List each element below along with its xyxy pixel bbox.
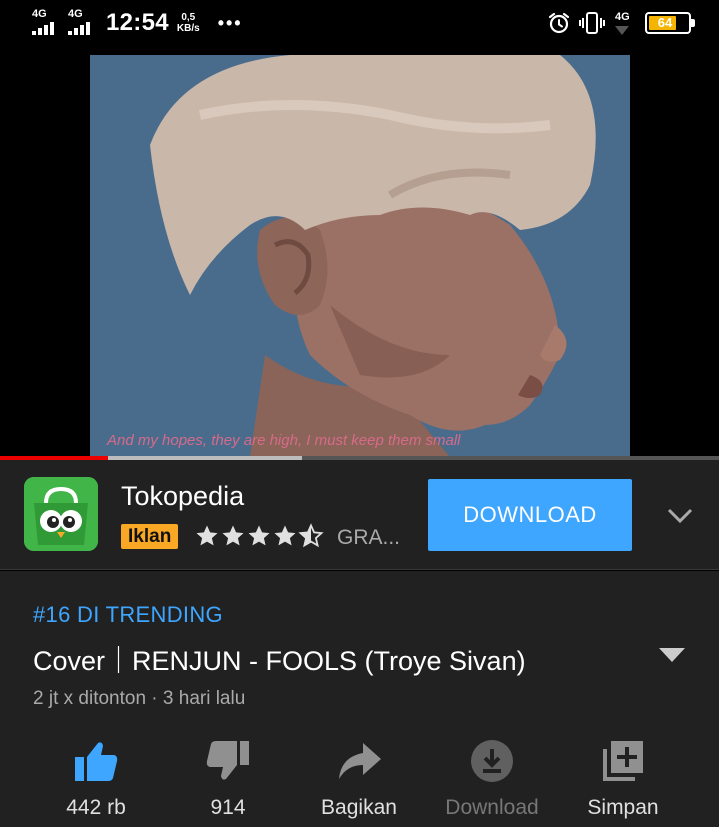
share-icon [339,743,381,779]
video-subtitle: And my hopes, they are high, I must keep… [107,432,461,449]
network-4g-icon: 4G [613,11,637,35]
signal-sim1-icon: 4G [30,9,62,37]
video-title[interactable]: Cover｜RENJUN - FOOLS (Troye Sivan) [33,639,526,678]
expand-description-icon[interactable] [659,648,685,664]
star-icon [274,525,296,546]
network-speed: 0,5 KB/s [177,12,200,34]
save-button[interactable]: Simpan [563,737,683,827]
dislike-count: 914 [210,796,246,819]
network-speed-value: 0,5 [181,12,196,23]
signal-sim2-icon: 4G [66,9,98,37]
like-button[interactable]: 442 rb [36,737,156,827]
alarm-icon [548,12,570,34]
ad-app-name[interactable]: Tokopedia [121,481,244,512]
clock: 12:54 [106,9,169,36]
share-label: Bagikan [321,796,397,819]
star-icon [248,525,270,546]
chevron-down-icon[interactable] [666,506,694,526]
video-player[interactable]: And my hopes, they are high, I must keep… [0,48,719,458]
download-icon [471,740,513,782]
vibrate-icon [579,12,605,34]
video-info: #16 DI TRENDING Cover｜RENJUN - FOOLS (Tr… [0,571,719,827]
thumb-down-icon [206,741,249,780]
action-bar: 442 rb 914 Bagikan Download Simpan [0,737,719,827]
dislike-button[interactable]: 914 [168,737,288,827]
network-speed-unit: KB/s [176,23,200,34]
video-thumbnail-image [90,55,630,457]
ad-badge: Iklan [121,524,179,549]
download-label: Download [445,796,539,819]
add-to-playlist-icon [603,741,643,781]
battery-icon: 64 [645,12,695,34]
thumb-up-icon [75,742,118,781]
star-icon [196,525,218,546]
ad-download-button[interactable]: DOWNLOAD [428,479,632,551]
share-button[interactable]: Bagikan [299,737,419,827]
rating-stars [195,522,325,550]
star-icon [222,525,244,546]
battery-level: 64 [657,15,673,30]
trending-tag[interactable]: #16 DI TRENDING [33,602,223,628]
ad-banner[interactable]: Tokopedia Iklan GRA... DOWNLOAD [0,460,719,570]
ad-extra-text: GRA... [337,526,401,549]
save-label: Simpan [587,796,659,819]
download-button[interactable]: Download [432,737,552,827]
more-notifications-icon: ••• [217,12,243,33]
status-bar: 4G 4G 12:54 0,5 KB/s ••• 4G 64 [0,0,719,48]
tokopedia-logo-icon[interactable] [24,477,98,551]
star-half-icon [299,524,323,547]
like-count: 442 rb [66,796,126,819]
video-frame[interactable] [90,55,630,457]
video-meta: 2 jt x ditonton · 3 hari lalu [33,688,246,709]
